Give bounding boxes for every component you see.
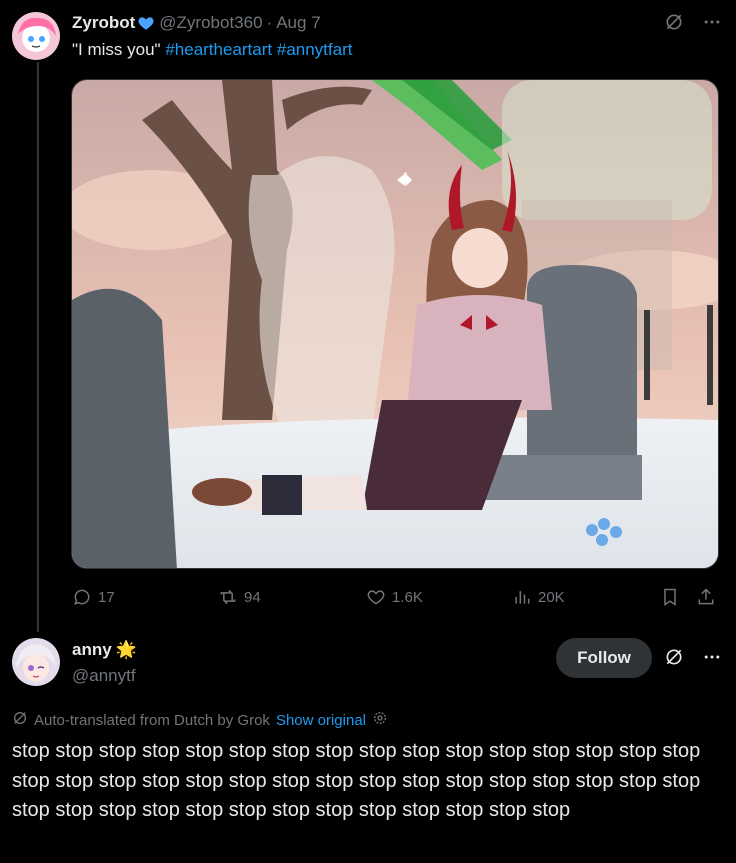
- repost-count: 94: [244, 588, 261, 606]
- star-badge-icon: 🌟: [115, 640, 137, 659]
- post-author-handle[interactable]: @annytf: [72, 666, 136, 686]
- post-author-handle[interactable]: @Zyrobot360: [159, 13, 262, 33]
- grok-icon: [12, 710, 28, 730]
- repost-icon: [220, 589, 236, 605]
- bookmark-icon: [664, 588, 676, 606]
- like-button[interactable]: 1.6K: [366, 585, 423, 609]
- views-button[interactable]: 20K: [512, 585, 565, 609]
- post-text: "I miss you" #heartheartart #annytfart: [72, 40, 352, 60]
- translation-notice: Auto-translated from Dutch by Grok Show …: [12, 710, 388, 730]
- reply-count: 17: [98, 588, 115, 606]
- zyrobot-avatar[interactable]: [12, 12, 60, 60]
- views-count: 20K: [538, 588, 565, 606]
- post-date[interactable]: Aug 7: [276, 13, 320, 33]
- repost-button[interactable]: 94: [218, 585, 261, 609]
- header-separator: ·: [266, 13, 273, 32]
- post-media-image[interactable]: [71, 79, 719, 569]
- thread-connector-line: [37, 62, 39, 632]
- illustration-image: [72, 80, 718, 568]
- share-icon: [698, 588, 714, 605]
- views-chart-icon: [515, 591, 530, 604]
- hashtag-link[interactable]: #heartheartart: [165, 40, 272, 59]
- anny-avatar[interactable]: [12, 638, 60, 686]
- post-quote: "I miss you": [72, 40, 161, 59]
- grok-icon[interactable]: [664, 647, 684, 672]
- post-body-text: stop stop stop stop stop stop stop stop …: [12, 740, 701, 821]
- hashtag-link[interactable]: #annytfart: [277, 40, 353, 59]
- share-button[interactable]: [696, 585, 716, 609]
- like-count: 1.6K: [392, 588, 423, 606]
- show-original-link[interactable]: Show original: [276, 712, 366, 729]
- bookmark-button[interactable]: [660, 585, 680, 609]
- post-action-bar: 17 94 1.6K 20K: [72, 585, 722, 609]
- heart-icon: [367, 590, 385, 605]
- reply-button[interactable]: 17: [72, 585, 115, 609]
- settings-gear-icon[interactable]: [372, 710, 388, 730]
- verified-heart-icon: [137, 14, 155, 32]
- grok-icon[interactable]: [664, 12, 684, 37]
- more-options-icon[interactable]: [702, 647, 722, 672]
- post-author-name[interactable]: Zyrobot: [72, 13, 135, 33]
- reply-icon: [74, 589, 90, 605]
- translation-text: Auto-translated from Dutch by Grok: [34, 711, 270, 729]
- post-author-name[interactable]: anny: [72, 640, 112, 660]
- follow-button[interactable]: Follow: [556, 638, 652, 678]
- more-options-icon[interactable]: [702, 12, 722, 37]
